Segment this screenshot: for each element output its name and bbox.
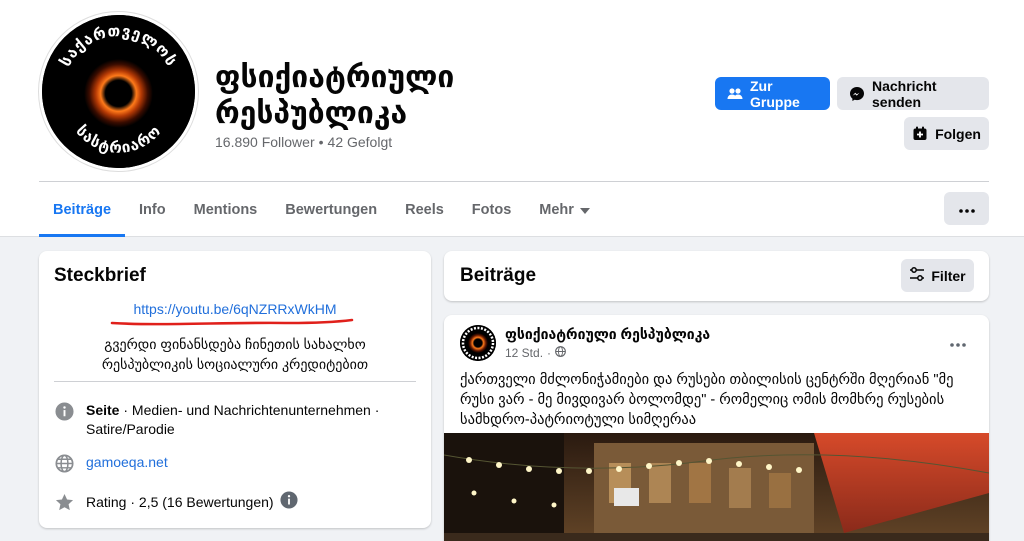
join-group-label: Zur Gruppe — [750, 77, 800, 110]
category-label: Seite — [86, 402, 120, 418]
tab-reels-label: Reels — [405, 201, 444, 218]
tab-mentions-label: Mentions — [193, 201, 258, 218]
posts-header-card: Beiträge Filter — [444, 251, 989, 301]
post-text: ქართველი მძლონიჭამიები და რუსები თბილისი… — [460, 372, 954, 428]
tab-photos-label: Fotos — [471, 201, 512, 218]
post-meta: 12 Std. · — [505, 346, 566, 360]
street-night-scene-image — [444, 433, 989, 541]
follow-plus-icon — [912, 126, 928, 142]
globe-icon — [54, 453, 74, 473]
messenger-icon — [849, 86, 865, 102]
tab-info[interactable]: Info — [125, 182, 180, 237]
rating-row: Rating · 2,5 (16 Bewertungen) — [54, 491, 298, 514]
people-icon — [727, 86, 743, 102]
more-options-button[interactable] — [944, 192, 989, 225]
info-circle-icon — [54, 401, 74, 421]
category-text: Seite · Medien- und Nachrichtenunternehm… — [86, 401, 414, 439]
tab-info-label: Info — [139, 201, 166, 218]
intro-bio: გვერდი ფინანსდება ჩინეთის სახალხო რესპუბ… — [101, 336, 369, 372]
follow-button[interactable]: Folgen — [904, 117, 989, 150]
follow-label: Folgen — [935, 125, 981, 142]
page-tabs: Beiträge Info Mentions Bewertungen Reels… — [39, 182, 604, 237]
follower-count[interactable]: 16.890 Follower — [215, 134, 315, 150]
rating-info-icon[interactable] — [280, 491, 298, 514]
star-icon — [54, 493, 74, 513]
page-stats: 16.890 Follower • 42 Gefolgt — [215, 134, 392, 150]
ellipsis-icon — [950, 334, 966, 352]
public-globe-icon — [555, 346, 566, 360]
red-underline-annotation — [110, 318, 354, 326]
tab-reels[interactable]: Reels — [391, 182, 458, 237]
tab-photos[interactable]: Fotos — [458, 182, 525, 237]
tab-posts[interactable]: Beiträge — [39, 182, 126, 237]
intro-youtube-link[interactable]: https://youtu.be/6qNZRRxWkHM — [39, 301, 431, 317]
ellipsis-icon — [958, 200, 975, 218]
filter-label: Filter — [931, 267, 966, 284]
post-video-thumbnail[interactable] — [444, 433, 989, 541]
stats-separator: • — [318, 134, 324, 150]
category-value: · Medien- und Nachrichtenunternehmen · S… — [86, 402, 380, 437]
rating-text: Rating · 2,5 (16 Bewertungen) — [86, 494, 274, 510]
website-link[interactable]: gamoeqa.net — [86, 453, 168, 473]
filter-button[interactable]: Filter — [901, 259, 974, 292]
post-author-name[interactable]: ფსიქიატრიული რესპუბლიკა — [505, 326, 710, 343]
page-title: ფსიქიატრიული რესპუბლიკა — [215, 61, 455, 130]
website-row: gamoeqa.net — [54, 453, 168, 473]
join-group-button[interactable]: Zur Gruppe — [715, 77, 830, 110]
tab-more[interactable]: Mehr — [525, 182, 604, 237]
intro-title: Steckbrief — [54, 265, 146, 286]
black-hole-logo-icon — [460, 325, 496, 361]
filter-sliders-icon — [909, 267, 925, 284]
intro-card: Steckbrief https://youtu.be/6qNZRRxWkHM … — [39, 251, 431, 528]
intro-divider — [54, 381, 416, 382]
tab-posts-label: Beiträge — [53, 201, 112, 218]
profile-picture[interactable]: საქართველოს სასტრიარო — [39, 12, 198, 171]
post-author-avatar[interactable] — [460, 325, 496, 361]
caret-down-icon — [579, 202, 590, 218]
post-time[interactable]: 12 Std. — [505, 346, 543, 360]
post-options-button[interactable] — [944, 329, 972, 357]
posts-title: Beiträge — [460, 265, 537, 286]
page-header: საქართველოს სასტრიარო ფსიქიატრიული რესპუ… — [0, 0, 1024, 237]
post-card: ფსიქიატრიული რესპუბლიკა 12 Std. · ქართვე… — [444, 315, 989, 541]
following-count[interactable]: 42 Gefolgt — [328, 134, 393, 150]
tab-reviews[interactable]: Bewertungen — [271, 182, 391, 237]
tab-reviews-label: Bewertungen — [285, 201, 378, 218]
tab-more-label: Mehr — [539, 201, 574, 218]
category-row: Seite · Medien- und Nachrichtenunternehm… — [54, 401, 414, 439]
send-message-button[interactable]: Nachricht senden — [837, 77, 989, 110]
black-hole-logo-icon: საქართველოს სასტრიარო — [42, 15, 195, 168]
send-message-label: Nachricht senden — [872, 77, 937, 110]
tab-mentions[interactable]: Mentions — [180, 182, 272, 237]
post-meta-dot: · — [547, 346, 552, 360]
